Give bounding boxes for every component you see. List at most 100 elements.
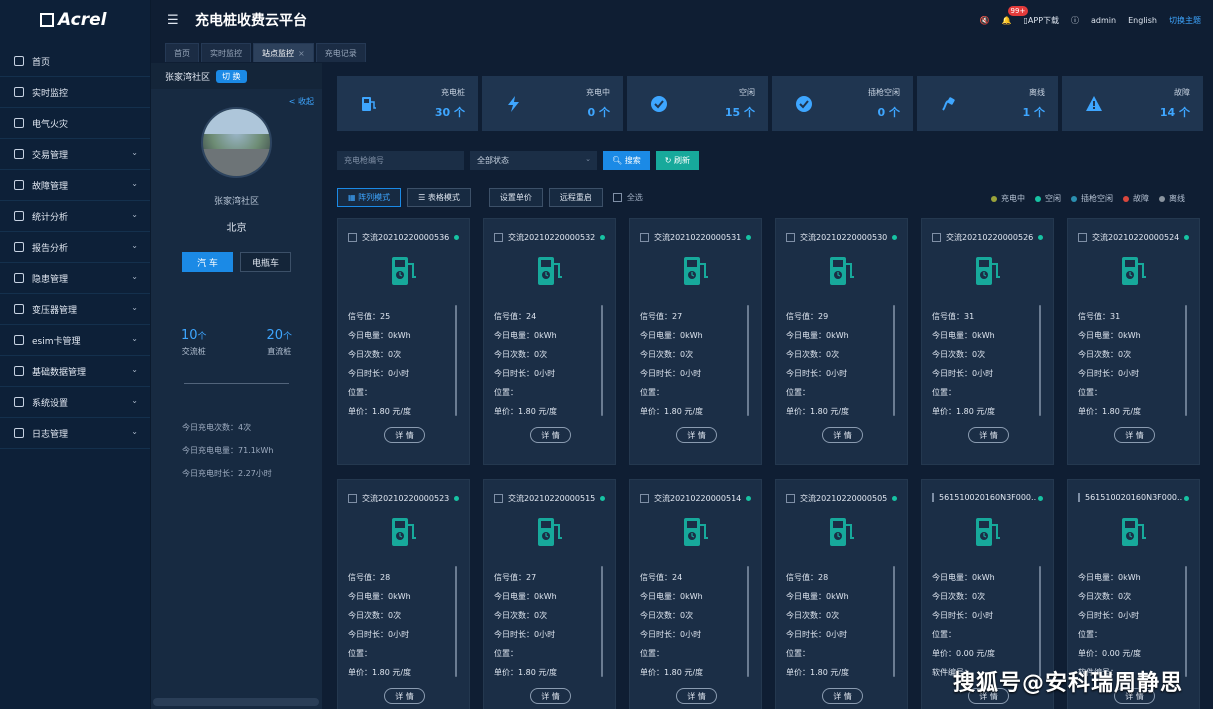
sidebar-item[interactable]: 变压器管理 ⌄ bbox=[0, 294, 150, 325]
pile-checkbox[interactable] bbox=[786, 233, 795, 242]
menu-fold-icon[interactable]: ☰ bbox=[167, 13, 181, 28]
select-all-checkbox[interactable] bbox=[612, 193, 622, 202]
sidebar-item[interactable]: 系统设置 ⌄ bbox=[0, 387, 150, 418]
detail-button[interactable]: 详 情 bbox=[676, 427, 717, 443]
detail-button[interactable]: 详 情 bbox=[1114, 427, 1155, 443]
app-download-link[interactable]: ▯APP下载 bbox=[1024, 15, 1060, 26]
detail-button[interactable]: 详 情 bbox=[822, 427, 863, 443]
card-scrollbar[interactable] bbox=[893, 566, 895, 677]
pile-info-row: 信号值：25 bbox=[348, 312, 391, 321]
theme-switch[interactable]: 切换主题 bbox=[1169, 15, 1201, 26]
tab[interactable]: 充电记录 bbox=[315, 43, 366, 62]
card-scrollbar[interactable] bbox=[455, 566, 457, 677]
gun-number-input[interactable]: 充电枪编号 bbox=[337, 151, 464, 170]
charging-pile-icon bbox=[682, 516, 710, 548]
switch-site-button[interactable]: 切 换 bbox=[216, 69, 247, 83]
tab[interactable]: 站点监控 × bbox=[253, 43, 314, 62]
detail-button[interactable]: 详 情 bbox=[968, 427, 1009, 443]
tab[interactable]: 首页 bbox=[165, 43, 199, 62]
pile-checkbox[interactable] bbox=[1078, 233, 1087, 242]
pile-card[interactable]: 交流20210220000514 信号值：24 今日电量：0kWh 今日次数：0次 今日… bbox=[629, 479, 762, 709]
menu-item-icon bbox=[14, 211, 24, 221]
sidebar-item[interactable]: 实时监控 bbox=[0, 77, 150, 108]
today-summary: 今日充电次数：4次 今日充电电量：71.1kWh 今日充电时长：2.27小时 bbox=[182, 416, 273, 485]
pile-card[interactable]: 交流20210220000515 信号值：27 今日电量：0kWh 今日次数：0次 今日… bbox=[483, 479, 616, 709]
ebike-button[interactable]: 电瓶车 bbox=[240, 252, 291, 272]
search-button[interactable]: 🔍︎ 搜索 bbox=[603, 151, 650, 170]
select-all[interactable]: 全选 bbox=[612, 192, 643, 203]
pile-card[interactable]: 交流20210220000505 信号值：28 今日电量：0kWh 今日次数：0次 今日… bbox=[775, 479, 908, 709]
pile-checkbox[interactable] bbox=[786, 494, 795, 503]
main-scrollbar[interactable] bbox=[1207, 63, 1213, 709]
sidebar-item[interactable]: 故障管理 ⌄ bbox=[0, 170, 150, 201]
detail-button[interactable]: 详 情 bbox=[530, 688, 571, 704]
card-scrollbar[interactable] bbox=[601, 566, 603, 677]
tab-label: 首页 bbox=[174, 48, 190, 58]
status-card[interactable]: 充电桩 30 个 bbox=[337, 76, 478, 131]
status-select[interactable]: 全部状态 ⌄ bbox=[470, 151, 597, 170]
card-scrollbar[interactable] bbox=[1185, 305, 1187, 416]
pile-card[interactable]: 交流20210220000536 信号值：25 今日电量：0kWh 今日次数：0次 今日… bbox=[337, 218, 470, 465]
card-scrollbar[interactable] bbox=[1039, 566, 1041, 677]
bell-icon[interactable]: 🔔 99+ bbox=[1002, 5, 1029, 25]
sidebar-item[interactable]: 基础数据管理 ⌄ bbox=[0, 356, 150, 387]
sidebar-item[interactable]: 隐患管理 ⌄ bbox=[0, 263, 150, 294]
pile-checkbox[interactable] bbox=[640, 233, 649, 242]
close-icon[interactable]: × bbox=[298, 49, 305, 58]
pile-checkbox[interactable] bbox=[494, 494, 503, 503]
card-scrollbar[interactable] bbox=[455, 305, 457, 416]
sidebar-item[interactable]: 电气火灾 bbox=[0, 108, 150, 139]
pile-card[interactable]: 交流20210220000526 信号值：31 今日电量：0kWh 今日次数：0次 今日… bbox=[921, 218, 1054, 465]
status-card[interactable]: 空闲 15 个 bbox=[627, 76, 768, 131]
pile-card[interactable]: 交流20210220000530 信号值：29 今日电量：0kWh 今日次数：0次 今日… bbox=[775, 218, 908, 465]
sidebar-item[interactable]: 报告分析 ⌄ bbox=[0, 232, 150, 263]
card-scrollbar[interactable] bbox=[1185, 566, 1187, 677]
pile-checkbox[interactable] bbox=[932, 233, 941, 242]
ac-count-value: 10 bbox=[180, 328, 198, 343]
refresh-label: 刷新 bbox=[673, 156, 690, 165]
detail-button[interactable]: 详 情 bbox=[676, 688, 717, 704]
status-card[interactable]: 插枪空闲 0 个 bbox=[772, 76, 913, 131]
status-card[interactable]: 离线 1 个 bbox=[917, 76, 1058, 131]
collapse-link[interactable]: < 收起 bbox=[289, 96, 314, 107]
help-icon[interactable]: ⓘ bbox=[1071, 15, 1079, 26]
table-mode-button[interactable]: ☰ 表格模式 bbox=[407, 188, 471, 207]
refresh-button[interactable]: ↻ 刷新 bbox=[655, 151, 699, 170]
pile-checkbox[interactable] bbox=[348, 494, 357, 503]
pile-checkbox[interactable] bbox=[932, 493, 934, 502]
pile-card[interactable]: 交流20210220000523 信号值：28 今日电量：0kWh 今日次数：0次 今日… bbox=[337, 479, 470, 709]
detail-button[interactable]: 详 情 bbox=[822, 688, 863, 704]
pile-card[interactable]: 交流20210220000531 信号值：27 今日电量：0kWh 今日次数：0次 今日… bbox=[629, 218, 762, 465]
sidebar-item[interactable]: esim卡管理 ⌄ bbox=[0, 325, 150, 356]
language-switch[interactable]: English bbox=[1128, 16, 1157, 25]
status-card[interactable]: 充电中 0 个 bbox=[482, 76, 623, 131]
card-scrollbar[interactable] bbox=[601, 305, 603, 416]
sidebar-item[interactable]: 交易管理 ⌄ bbox=[0, 139, 150, 170]
sidebar-item[interactable]: 统计分析 ⌄ bbox=[0, 201, 150, 232]
mute-icon[interactable]: 🔇 bbox=[980, 16, 990, 25]
card-scrollbar[interactable] bbox=[893, 305, 895, 416]
tab[interactable]: 实时监控 bbox=[201, 43, 251, 62]
detail-button[interactable]: 详 情 bbox=[384, 688, 425, 704]
detail-button[interactable]: 详 情 bbox=[530, 427, 571, 443]
pile-checkbox[interactable] bbox=[494, 233, 503, 242]
sidebar-item[interactable]: 首页 bbox=[0, 46, 150, 77]
pile-checkbox[interactable] bbox=[348, 233, 357, 242]
status-legend: 充电中 空闲 插枪空闲 故障 离线 bbox=[991, 193, 1185, 204]
sidebar-item[interactable]: 日志管理 ⌄ bbox=[0, 418, 150, 449]
status-card[interactable]: 故障 14 个 bbox=[1062, 76, 1203, 131]
card-scrollbar[interactable] bbox=[1039, 305, 1041, 416]
remote-restart-button[interactable]: 远程重启 bbox=[548, 188, 603, 207]
detail-button[interactable]: 详 情 bbox=[384, 427, 425, 443]
array-mode-button[interactable]: ▦ 阵列模式 bbox=[337, 188, 402, 207]
pile-card[interactable]: 交流20210220000524 信号值：31 今日电量：0kWh 今日次数：0次 今日… bbox=[1067, 218, 1200, 465]
set-price-button[interactable]: 设置单价 bbox=[488, 188, 543, 207]
horizontal-scrollbar[interactable] bbox=[153, 698, 319, 706]
user-menu[interactable]: admin bbox=[1091, 16, 1116, 25]
card-scrollbar[interactable] bbox=[747, 566, 749, 677]
pile-checkbox[interactable] bbox=[1078, 493, 1080, 502]
pile-card[interactable]: 交流20210220000532 信号值：24 今日电量：0kWh 今日次数：0次 今日… bbox=[483, 218, 616, 465]
pile-checkbox[interactable] bbox=[640, 494, 649, 503]
card-scrollbar[interactable] bbox=[747, 305, 749, 416]
car-button[interactable]: 汽 车 bbox=[182, 252, 233, 272]
